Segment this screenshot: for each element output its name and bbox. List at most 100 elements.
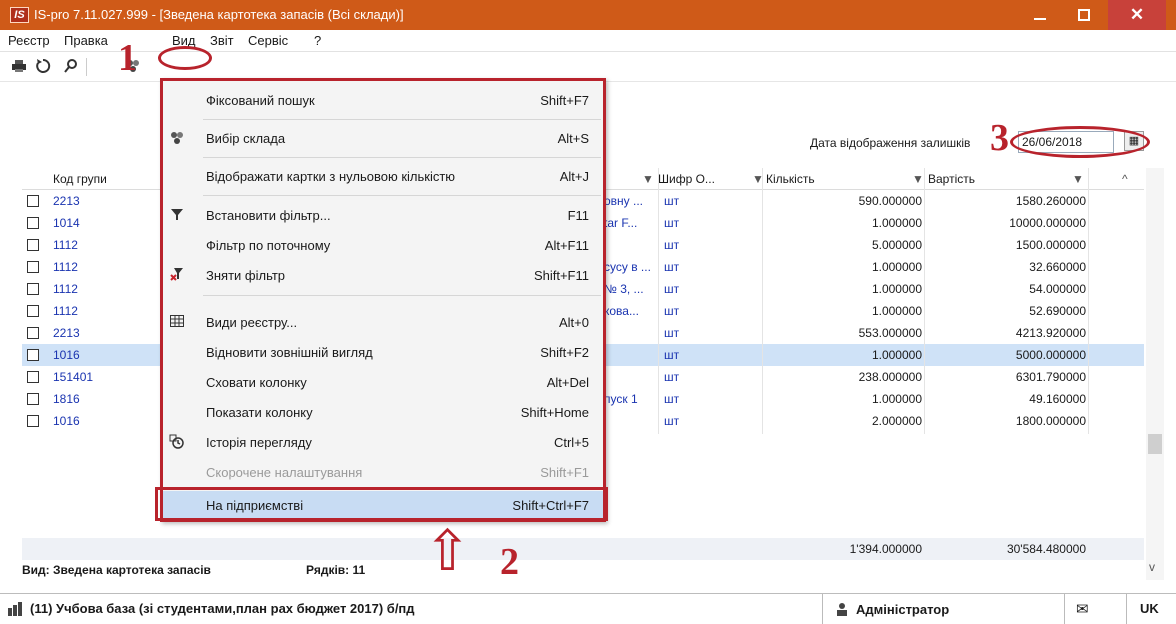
row-checkbox[interactable] [27, 305, 39, 317]
row-checkbox[interactable] [27, 393, 39, 405]
minimize-button[interactable] [1020, 0, 1060, 30]
cell-code: 1016 [53, 414, 80, 428]
cell-unit: шт [664, 282, 680, 296]
menu-item-view-history[interactable]: Історія перегляду Ctrl+5 [163, 428, 603, 458]
cell-unit: шт [664, 348, 680, 362]
menu-item-short-settings: Скорочене налаштування Shift+F1 [163, 458, 603, 488]
cell-value: 4213.920000 [1015, 326, 1086, 340]
header-unit[interactable]: Шифр О... [658, 172, 715, 186]
menu-item-filter-current[interactable]: Фільтр по поточному Alt+F11 [163, 231, 603, 261]
cell-qty: 238.000000 [858, 370, 922, 384]
menu-item-label: Види реєстру... [206, 315, 298, 330]
sort-icon: ▼ [642, 172, 654, 186]
cell-qty: 1.000000 [871, 260, 922, 274]
sort-icon: ▼ [1072, 172, 1084, 186]
row-checkbox[interactable] [27, 217, 39, 229]
menu-item-set-filter[interactable]: Встановити фільтр... F11 [163, 201, 603, 231]
total-value: 30'584.480000 [1006, 542, 1086, 556]
column-divider [1088, 168, 1089, 434]
menu-item-show-zero[interactable]: Відображати картки з нульовою кількістю A… [163, 162, 603, 192]
cell-name: tar F... [604, 216, 638, 230]
rows-count: Рядків: 11 [306, 563, 366, 577]
database-icon [8, 602, 24, 619]
refresh-icon[interactable] [34, 58, 52, 76]
cell-value: 5000.000000 [1015, 348, 1086, 362]
status-divider [822, 594, 823, 624]
row-checkbox[interactable] [27, 371, 39, 383]
remove-filter-icon [167, 267, 187, 285]
cell-value: 1500.000000 [1015, 238, 1086, 252]
header-value[interactable]: Вартість [928, 172, 975, 186]
filter-icon [167, 207, 187, 225]
cell-qty: 5.000000 [871, 238, 922, 252]
language-indicator[interactable]: UK [1140, 601, 1159, 616]
annotation-arrow-up-icon: ⇧ [424, 521, 471, 583]
menu-item-label: Показати колонку [206, 405, 313, 420]
row-checkbox[interactable] [27, 415, 39, 427]
cell-code: 1112 [53, 260, 78, 274]
menu-edit[interactable]: Правка [64, 33, 108, 48]
menu-item-restore-layout[interactable]: Відновити зовнішній вигляд Shift+F2 [163, 338, 603, 368]
scrollbar-thumb[interactable] [1148, 434, 1162, 454]
total-qty: 1'394.000000 [849, 542, 922, 556]
cell-unit: шт [664, 260, 680, 274]
window-title: IS-pro 7.11.027.999 - [Зведена картотека… [34, 7, 404, 22]
menu-item-select-warehouse[interactable]: Вибір склада Alt+S [163, 124, 603, 154]
menu-item-shortcut: Alt+S [557, 131, 589, 146]
menu-item-label: Встановити фільтр... [206, 208, 331, 223]
column-divider [658, 168, 659, 434]
cell-code: 2213 [53, 194, 80, 208]
menu-item-label: Фіксований пошук [206, 93, 315, 108]
bottom-status-bar: (11) Учбова база (зі студентами,план рах… [0, 593, 1176, 624]
menu-registry[interactable]: Реєстр [8, 33, 50, 48]
minimize-icon [1034, 18, 1046, 21]
menu-report[interactable]: Звіт [210, 33, 234, 48]
maximize-icon [1078, 9, 1090, 22]
menu-help[interactable]: ? [314, 33, 321, 48]
menu-item-label: Вибір склада [206, 131, 286, 146]
header-code[interactable]: Код групи [53, 172, 107, 186]
vertical-scrollbar[interactable]: v [1146, 168, 1164, 580]
cell-name: овну ... [604, 194, 644, 208]
maximize-button[interactable] [1064, 0, 1104, 30]
annotation-oval-date [1010, 126, 1150, 158]
cell-code: 151401 [53, 370, 94, 384]
sort-icon: ▼ [912, 172, 924, 186]
column-divider [762, 168, 763, 434]
title-bar: IS IS-pro 7.11.027.999 - [Зведена картот… [0, 0, 1176, 30]
cell-code: 1014 [53, 216, 80, 230]
user-name: Адміністратор [856, 602, 950, 617]
scroll-up-icon[interactable]: ^ [1122, 172, 1128, 186]
header-qty[interactable]: Кількість [766, 172, 815, 186]
menu-service[interactable]: Сервіс [248, 33, 288, 48]
scroll-down-icon[interactable]: v [1149, 560, 1155, 574]
row-checkbox[interactable] [27, 261, 39, 273]
print-icon[interactable] [10, 58, 28, 76]
mail-icon[interactable]: ✉ [1076, 600, 1089, 618]
row-checkbox[interactable] [27, 239, 39, 251]
search-icon[interactable] [62, 58, 80, 76]
cell-unit: шт [664, 304, 680, 318]
cell-value: 1800.000000 [1015, 414, 1086, 428]
menu-item-hide-column[interactable]: Сховати колонку Alt+Del [163, 368, 603, 398]
menu-item-shortcut: Shift+F1 [540, 465, 589, 480]
menu-item-label: Фільтр по поточному [206, 238, 331, 253]
menu-item-show-column[interactable]: Показати колонку Shift+Home [163, 398, 603, 428]
cell-code: 1112 [53, 304, 78, 318]
row-checkbox[interactable] [27, 283, 39, 295]
menu-item-shortcut: F11 [567, 208, 589, 223]
cell-name: пуск 1 [604, 392, 638, 406]
row-checkbox[interactable] [27, 195, 39, 207]
close-button[interactable]: ✕ [1108, 0, 1166, 30]
menu-item-shortcut: Shift+F11 [533, 268, 589, 283]
menu-item-label: Сховати колонку [206, 375, 307, 390]
annotation-number-1: 1 [118, 37, 137, 79]
row-checkbox[interactable] [27, 327, 39, 339]
menu-item-remove-filter[interactable]: Зняти фільтр Shift+F11 [163, 261, 603, 291]
menu-item-registry-views[interactable]: Види реєстру... Alt+0 [163, 308, 603, 338]
menu-item-label: Відновити зовнішній вигляд [206, 345, 373, 360]
menu-item-fixed-search[interactable]: Фіксований пошук Shift+F7 [163, 86, 603, 116]
cell-unit: шт [664, 194, 680, 208]
menu-item-shortcut: Alt+J [559, 169, 589, 184]
row-checkbox[interactable] [27, 349, 39, 361]
